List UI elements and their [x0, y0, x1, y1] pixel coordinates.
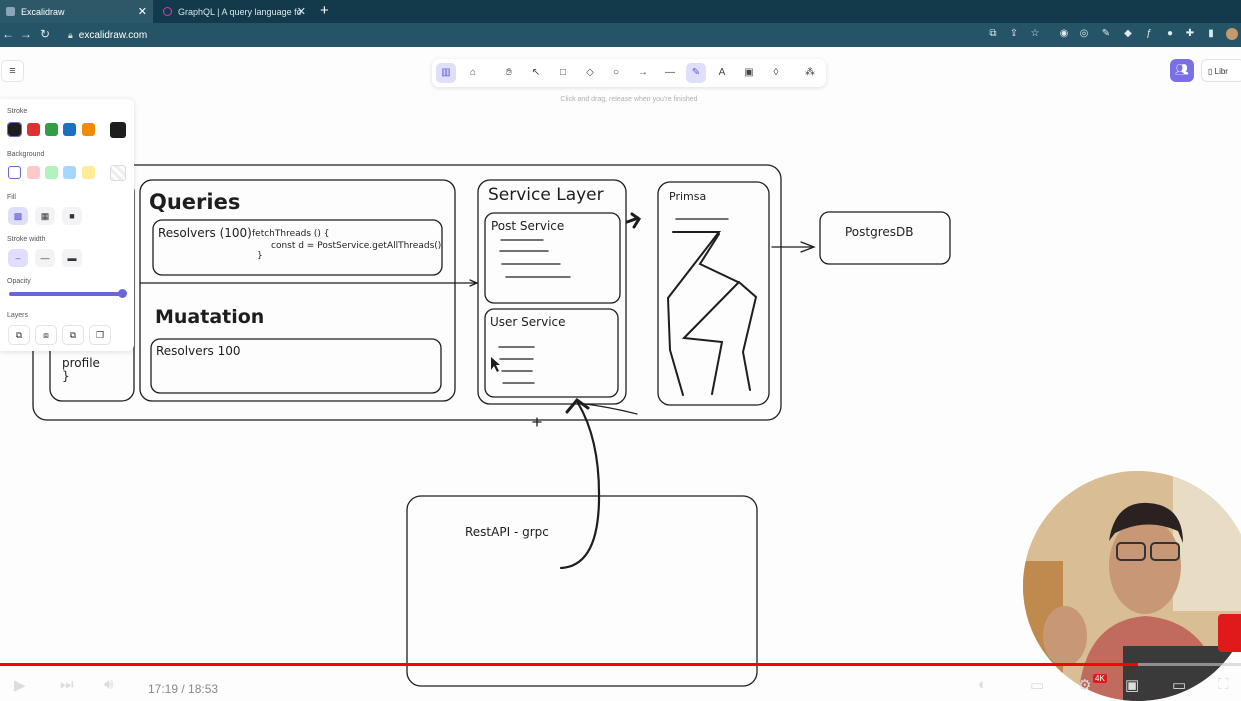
draw-tool-icon[interactable]: ✎	[686, 63, 706, 83]
subscribe-badge[interactable]	[1218, 614, 1241, 652]
rectangle-tool-icon[interactable]: □	[553, 63, 573, 83]
profile-brace: }	[62, 369, 70, 383]
opacity-slider-thumb[interactable]	[118, 289, 127, 298]
more-tools-icon[interactable]: ⁂	[800, 63, 820, 83]
arrow-tool-icon[interactable]: →	[633, 63, 653, 83]
stroke-color-swatch[interactable]	[63, 123, 76, 136]
fill-solid-icon[interactable]: ■	[62, 207, 82, 225]
next-video-icon[interactable]: ⏭	[60, 676, 74, 693]
restapi-label: RestAPI - grpc	[465, 525, 549, 539]
post-service-label: Post Service	[491, 219, 565, 233]
diamond-tool-icon[interactable]: ◇	[580, 63, 600, 83]
eraser-tool-icon[interactable]: ◊	[766, 63, 786, 83]
background-color-swatch[interactable]	[27, 166, 40, 179]
tools-toolbar: ▥ ⌂ ✋︎ ↖ □ ◇ ○ → — ✎ A ▣ ◊ ⁂	[432, 59, 826, 87]
mutation-resolver-label: Resolvers 100	[156, 344, 241, 358]
background-label: Background	[7, 151, 45, 158]
send-to-back-icon[interactable]: ⧉	[8, 325, 30, 345]
text-tool-icon[interactable]: A	[712, 63, 732, 83]
stroke-label: Stroke	[7, 108, 28, 115]
library-button[interactable]: ▯ Libr	[1201, 59, 1241, 82]
presenter-webcam	[1023, 471, 1241, 701]
stroke-color-swatch[interactable]	[27, 123, 40, 136]
selection-tool-icon[interactable]: ↖	[526, 63, 546, 83]
mouse-pointer-icon	[491, 357, 500, 372]
live-collaboration-button[interactable]: 👥︎	[1170, 59, 1194, 82]
play-icon[interactable]: ▶	[14, 676, 26, 694]
fill-cross-hatch-icon[interactable]: ▦	[35, 207, 55, 225]
send-backward-icon[interactable]: ⧈	[35, 325, 57, 345]
stroke-width-label: Stroke width	[7, 236, 46, 243]
code-line-1: fetchThreads () {	[252, 229, 330, 239]
volume-icon[interactable]: 🔊︎	[104, 676, 113, 693]
opacity-slider[interactable]	[9, 292, 124, 296]
queries-title: Queries	[149, 190, 241, 214]
stroke-extra-bold-icon[interactable]: ▬	[62, 249, 82, 267]
book-icon: ▯	[1208, 67, 1215, 76]
stroke-color-swatch[interactable]	[82, 123, 95, 136]
queries-resolver-label: Resolvers (100)	[158, 226, 252, 240]
service-layer-title: Service Layer	[488, 185, 604, 205]
stroke-color-swatch[interactable]	[7, 122, 22, 137]
opacity-label: Opacity	[7, 278, 31, 285]
restapi-box-shape	[406, 495, 758, 687]
video-time: 17:19 / 18:53	[148, 682, 219, 696]
line-tool-icon[interactable]: —	[660, 63, 680, 83]
profile-label: profile	[62, 356, 100, 370]
video-controls: ▶ ⏭ 🔊︎ 17:19 / 18:53 ◐ ▭ ⚙ 4K ▣ ▭ ⛶	[0, 670, 1241, 696]
outer-frame-shape	[32, 164, 782, 421]
stroke-thin-icon[interactable]: –	[8, 249, 28, 267]
properties-panel: Stroke Background Fill ▩ ▦ ■ Stroke widt…	[0, 99, 134, 351]
main-menu-button[interactable]: ≡	[1, 60, 24, 82]
bring-to-front-icon[interactable]: ❐	[89, 325, 111, 345]
library-label: Libr	[1214, 67, 1228, 76]
stroke-bold-icon[interactable]: —	[35, 249, 55, 267]
layers-label: Layers	[7, 312, 29, 319]
mutation-title: Muatation	[155, 306, 265, 328]
fullscreen-icon[interactable]: ⛶	[1218, 676, 1229, 693]
hand-tool-icon[interactable]: ✋︎	[499, 63, 519, 83]
quality-badge: 4K	[1093, 674, 1107, 683]
user-service-label: User Service	[490, 315, 566, 329]
background-color-swatch[interactable]	[82, 166, 95, 179]
autoplay-toggle-icon[interactable]: ◐	[978, 676, 987, 693]
stroke-color-swatch[interactable]	[45, 123, 58, 136]
lock-tool-icon[interactable]: ⌂	[463, 63, 483, 83]
prisma-label: Primsa	[669, 190, 707, 203]
background-color-swatch[interactable]	[63, 166, 76, 179]
code-line-2: const d = PostService.getAllThreads()	[271, 241, 442, 251]
miniplayer-icon[interactable]: ▣	[1125, 676, 1139, 694]
subtitles-icon[interactable]: ▭	[1030, 676, 1044, 694]
stroke-current-color[interactable]	[110, 122, 126, 138]
video-progress-fill	[0, 663, 1138, 666]
code-line-3: }	[257, 251, 263, 261]
background-color-swatch[interactable]	[45, 166, 58, 179]
fill-hachure-icon[interactable]: ▩	[8, 207, 28, 225]
presenter-image	[1023, 471, 1241, 701]
background-color-swatch[interactable]	[8, 166, 21, 179]
postgres-label: PostgresDB	[845, 225, 914, 239]
background-current-color[interactable]	[110, 165, 126, 181]
image-tool-icon[interactable]: ▣	[739, 63, 759, 83]
theater-mode-icon[interactable]: ▭	[1172, 676, 1186, 694]
ellipse-tool-icon[interactable]: ○	[606, 63, 626, 83]
bring-forward-icon[interactable]: ⧉	[62, 325, 84, 345]
settings-gear-icon[interactable]: ⚙	[1078, 676, 1091, 694]
tool-hint: Click and drag, release when you're fini…	[560, 96, 698, 103]
keep-tool-active-icon[interactable]: ▥	[436, 63, 456, 83]
fill-label: Fill	[7, 194, 16, 201]
